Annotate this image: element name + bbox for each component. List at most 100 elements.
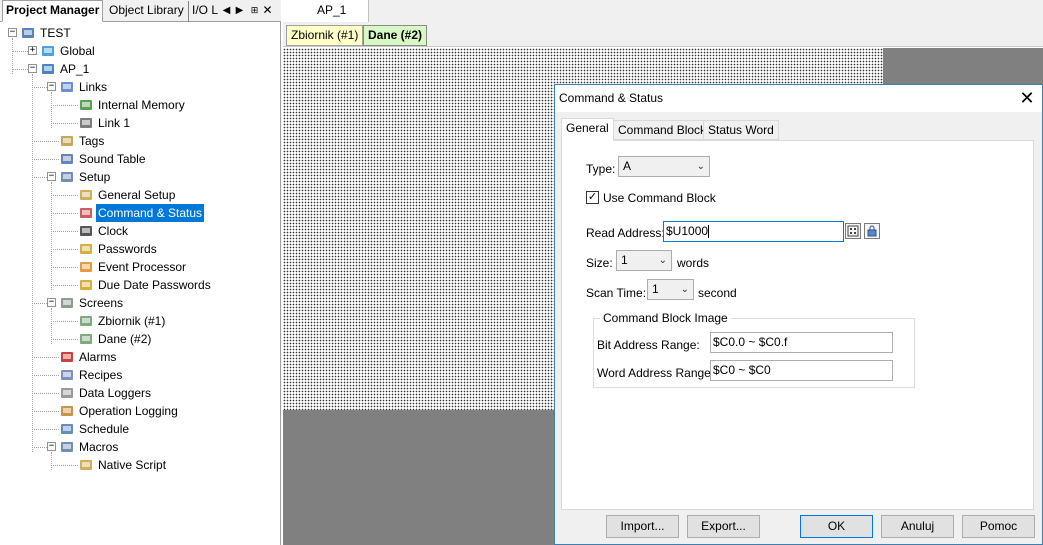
tree-item-label[interactable]: General Setup: [96, 186, 177, 204]
collapse-icon[interactable]: −: [47, 172, 56, 181]
close-icon[interactable]: ✕: [1018, 88, 1036, 108]
ok-button[interactable]: OK: [800, 515, 873, 538]
tree-item-label[interactable]: Native Script: [96, 456, 168, 474]
collapse-icon[interactable]: −: [47, 298, 56, 307]
tree-item[interactable]: Due Date Passwords: [0, 276, 281, 294]
address-lock-icon[interactable]: [864, 223, 880, 239]
size-select[interactable]: 1 ⌄: [616, 250, 672, 271]
tree-item[interactable]: − AP_1: [0, 60, 281, 78]
tree-item[interactable]: Data Loggers: [0, 384, 281, 402]
tree-item-label[interactable]: Schedule: [77, 420, 131, 438]
tree-item-label[interactable]: TEST: [38, 24, 73, 42]
scan-time-select[interactable]: 1 ⌄: [647, 279, 694, 300]
dialog-title-bar[interactable]: Command & Status ✕: [555, 85, 1042, 112]
collapse-icon[interactable]: −: [47, 442, 56, 451]
tree-item[interactable]: − Setup: [0, 168, 281, 186]
tree-item-label[interactable]: Data Loggers: [77, 384, 153, 402]
tree-item-label[interactable]: Alarms: [77, 348, 118, 366]
scroll-right-icon[interactable]: ▶: [233, 3, 246, 18]
tree-item[interactable]: Command & Status: [0, 204, 281, 222]
tree-item-label[interactable]: Operation Logging: [77, 402, 180, 420]
tab-object-library[interactable]: Object Library: [106, 1, 186, 22]
screen-tab-zbiornik[interactable]: Zbiornik (#1): [286, 25, 364, 46]
screen-tab-dane[interactable]: Dane (#2): [363, 25, 428, 46]
tree-item[interactable]: Passwords: [0, 240, 281, 258]
tree-item-label[interactable]: Screens: [77, 294, 125, 312]
tree-item[interactable]: Sound Table: [0, 150, 281, 168]
close-panel-icon[interactable]: ✕: [261, 3, 274, 18]
read-address-input[interactable]: $U1000: [663, 221, 844, 242]
import-button[interactable]: Import...: [606, 515, 679, 538]
tree-item-label[interactable]: Passwords: [96, 240, 159, 258]
read-address-label: Read Address:: [586, 226, 665, 240]
command-status-dialog: Command & Status ✕ General Command Block…: [554, 84, 1043, 545]
text-cursor: [708, 225, 710, 239]
tree-item[interactable]: Dane (#2): [0, 330, 281, 348]
tree-line: [51, 123, 78, 124]
address-keypad-icon[interactable]: [845, 223, 861, 239]
type-select[interactable]: A ⌄: [618, 156, 710, 177]
tree-item-label[interactable]: Event Processor: [96, 258, 188, 276]
help-button[interactable]: Pomoc: [962, 515, 1035, 538]
export-button[interactable]: Export...: [687, 515, 760, 538]
tab-io-links[interactable]: I/O L: [188, 1, 220, 22]
tree-item-label[interactable]: Macros: [77, 438, 120, 456]
tree-item-label[interactable]: Setup: [77, 168, 112, 186]
tree-item-label[interactable]: Link 1: [96, 114, 132, 132]
tab-project-manager[interactable]: Project Manager: [2, 0, 103, 22]
tree-item[interactable]: Alarms: [0, 348, 281, 366]
tree-item[interactable]: Recipes: [0, 366, 281, 384]
collapse-icon[interactable]: −: [28, 64, 37, 73]
tree-item[interactable]: − TEST: [0, 24, 281, 42]
tab-status-word[interactable]: Status Word: [703, 120, 779, 140]
tree-item[interactable]: + Global: [0, 42, 281, 60]
document-tab-ap1[interactable]: AP_1: [283, 0, 369, 22]
tree-item-label[interactable]: Zbiornik (#1): [96, 312, 167, 330]
cancel-button[interactable]: Anuluj: [881, 515, 954, 538]
use-command-block-checkbox[interactable]: ✓: [586, 191, 599, 204]
chevron-down-icon: ⌄: [696, 161, 705, 172]
collapse-icon[interactable]: −: [47, 82, 56, 91]
clock-icon: [78, 223, 94, 239]
tree-line: [32, 429, 59, 430]
tree-item-label[interactable]: Dane (#2): [96, 330, 153, 348]
logger-icon: [59, 385, 75, 401]
collapse-icon[interactable]: −: [8, 28, 17, 37]
gears-icon: [59, 169, 75, 185]
sound-icon: [59, 151, 75, 167]
tree-item[interactable]: Operation Logging: [0, 402, 281, 420]
tree-item-label[interactable]: Sound Table: [77, 150, 148, 168]
tree-item[interactable]: Tags: [0, 132, 281, 150]
tree-item[interactable]: − Links: [0, 78, 281, 96]
tree-item-label[interactable]: Clock: [96, 222, 130, 240]
tree-item[interactable]: Internal Memory: [0, 96, 281, 114]
tree-item[interactable]: Clock: [0, 222, 281, 240]
tree-item[interactable]: Schedule: [0, 420, 281, 438]
tree-item-label[interactable]: Internal Memory: [96, 96, 187, 114]
tree-item-label[interactable]: Links: [77, 78, 109, 96]
tree-item[interactable]: Event Processor: [0, 258, 281, 276]
schedule-icon: [59, 421, 75, 437]
tree-line: [32, 141, 59, 142]
tree-item-label[interactable]: Tags: [77, 132, 106, 150]
tree-item[interactable]: Link 1: [0, 114, 281, 132]
tree-item-label[interactable]: Recipes: [77, 366, 124, 384]
tree-item[interactable]: − Macros: [0, 438, 281, 456]
scroll-left-icon[interactable]: ◀: [220, 3, 233, 18]
word-range-field[interactable]: $C0 ~ $C0: [710, 360, 893, 381]
tree-item[interactable]: − Screens: [0, 294, 281, 312]
expand-icon[interactable]: +: [28, 46, 37, 55]
tree-item-label[interactable]: Global: [58, 42, 97, 60]
tab-general[interactable]: General: [561, 118, 614, 141]
tree-line: [51, 321, 78, 322]
tab-command-block[interactable]: Command Block: [613, 120, 712, 140]
pin-icon[interactable]: ⊞: [248, 3, 261, 18]
word-range-value: $C0 ~ $C0: [713, 363, 771, 377]
tree-item-label[interactable]: AP_1: [58, 60, 91, 78]
tree-item[interactable]: Native Script: [0, 456, 281, 474]
tree-item-label[interactable]: Command & Status: [96, 204, 205, 222]
tree-item[interactable]: General Setup: [0, 186, 281, 204]
tree-item[interactable]: Zbiornik (#1): [0, 312, 281, 330]
tree-item-label[interactable]: Due Date Passwords: [96, 276, 213, 294]
bit-range-field[interactable]: $C0.0 ~ $C0.f: [710, 332, 893, 353]
